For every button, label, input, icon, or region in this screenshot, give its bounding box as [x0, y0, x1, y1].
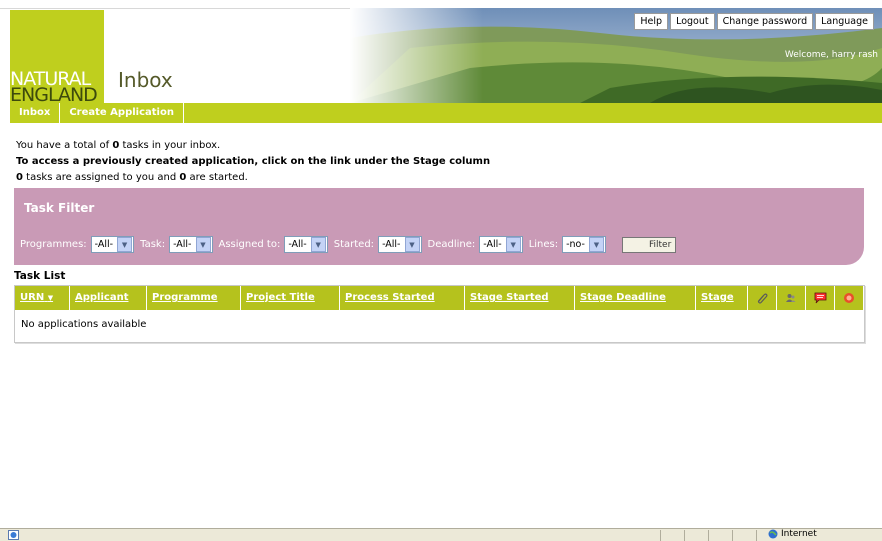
task-filter-title: Task Filter: [24, 201, 95, 215]
task-table: URN ▼ Applicant Programme Project Title …: [14, 285, 865, 343]
programmes-select[interactable]: -All- ▼: [90, 236, 135, 253]
column-stage-deadline[interactable]: Stage Deadline: [575, 286, 696, 310]
chevron-down-icon: ▼: [310, 237, 326, 252]
column-alerts[interactable]: [835, 286, 864, 310]
assigned-to-select[interactable]: -All- ▼: [284, 236, 328, 253]
comment-icon: [814, 292, 826, 304]
column-programme[interactable]: Programme: [147, 286, 241, 310]
total-tasks-line: You have a total of 0 tasks in your inbo…: [16, 140, 221, 151]
filter-button[interactable]: Filter: [621, 236, 677, 253]
sort-arrow-icon: ▼: [47, 294, 54, 302]
task-list-title: Task List: [14, 270, 66, 282]
page-icon: [8, 530, 19, 540]
browser-status-bar: Internet: [0, 528, 882, 541]
assigned-to-label: Assigned to:: [218, 239, 281, 250]
started-label: Started:: [333, 239, 375, 250]
language-link[interactable]: Language: [815, 13, 874, 30]
header: NATURAL ENGLAND Inbox Help Logout Change…: [0, 8, 882, 106]
chevron-down-icon: ▼: [505, 237, 521, 252]
status-separator: [660, 530, 661, 541]
status-separator: [732, 530, 733, 541]
chevron-down-icon: ▼: [195, 237, 211, 252]
paperclip-icon: [757, 293, 768, 304]
page-title: Inbox: [118, 68, 173, 92]
chevron-down-icon: ▼: [404, 237, 420, 252]
column-applicant[interactable]: Applicant: [70, 286, 147, 310]
security-zone: Internet: [768, 529, 817, 539]
chevron-down-icon: ▼: [588, 237, 604, 252]
lines-select[interactable]: -no- ▼: [562, 236, 606, 253]
column-process-started[interactable]: Process Started: [340, 286, 465, 310]
started-select[interactable]: -All- ▼: [378, 236, 422, 253]
alert-icon: [844, 293, 854, 303]
deadline-select[interactable]: -All- ▼: [479, 236, 523, 253]
nav-create-application[interactable]: Create Application: [60, 103, 184, 123]
instructions-line: To access a previously created applicati…: [16, 156, 491, 167]
task-filter-panel: Task Filter Programmes: -All- ▼ Task: -Al…: [14, 188, 864, 265]
chevron-down-icon: ▼: [117, 237, 133, 252]
empty-table-message: No applications available: [21, 319, 147, 330]
deadline-label: Deadline:: [427, 239, 476, 250]
welcome-text: Welcome, harry rash: [784, 50, 878, 60]
column-attachments[interactable]: [748, 286, 777, 310]
inbox-summary: You have a total of 0 tasks in your inbo…: [16, 138, 490, 186]
globe-icon: [768, 529, 778, 539]
people-icon: [786, 294, 796, 302]
column-project-title[interactable]: Project Title: [241, 286, 340, 310]
assigned-tasks-line: 0 tasks are assigned to you and 0 are st…: [16, 172, 248, 183]
security-zone-label: Internet: [781, 529, 817, 539]
main-nav: Inbox Create Application: [10, 103, 882, 123]
status-separator: [756, 530, 757, 541]
help-link[interactable]: Help: [634, 13, 669, 30]
column-stage[interactable]: Stage: [696, 286, 748, 310]
status-separator: [708, 530, 709, 541]
column-comments[interactable]: [806, 286, 835, 310]
task-select[interactable]: -All- ▼: [169, 236, 213, 253]
column-urn[interactable]: URN ▼: [15, 286, 70, 310]
top-links: Help Logout Change password Language: [634, 13, 874, 30]
programmes-label: Programmes:: [20, 239, 87, 250]
logo-line2: ENGLAND: [10, 84, 98, 106]
task-label: Task:: [140, 239, 166, 250]
lines-label: Lines:: [528, 239, 559, 250]
table-header: URN ▼ Applicant Programme Project Title …: [15, 286, 864, 310]
change-password-link[interactable]: Change password: [716, 13, 814, 30]
column-people[interactable]: [777, 286, 806, 310]
logo: NATURAL ENGLAND: [10, 10, 104, 106]
column-stage-started[interactable]: Stage Started: [465, 286, 575, 310]
nav-inbox[interactable]: Inbox: [10, 103, 61, 123]
status-separator: [684, 530, 685, 541]
logout-link[interactable]: Logout: [670, 13, 715, 30]
